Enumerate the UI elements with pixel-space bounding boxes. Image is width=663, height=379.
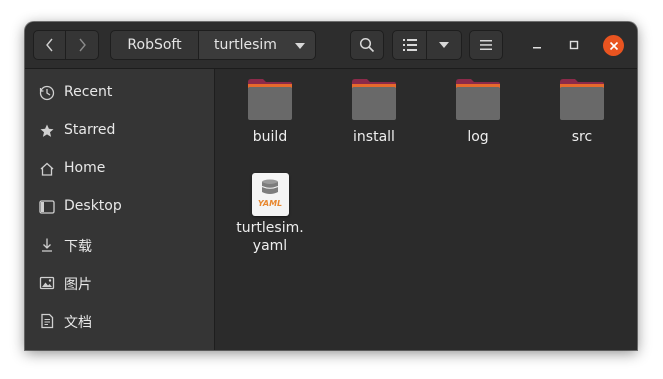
sidebar-item-label: Recent: [64, 84, 113, 100]
maximize-button[interactable]: [564, 35, 584, 55]
sidebar-item-downloads[interactable]: 下载: [25, 226, 214, 264]
home-icon: [40, 162, 54, 176]
file-name-line: turtlesim.: [236, 220, 304, 236]
hamburger-menu-icon: [480, 40, 492, 50]
places-sidebar: Recent Starred Home Desktop 下载 图片 文档: [25, 69, 215, 350]
sidebar-item-documents[interactable]: 文档: [25, 302, 214, 340]
triangle-down-icon: [439, 42, 449, 48]
close-icon: [609, 41, 618, 50]
header-bar: RobSoft turtlesim: [25, 22, 637, 69]
file-name: src: [571, 129, 593, 145]
chevron-left-icon: [45, 38, 53, 52]
download-icon: [42, 238, 52, 252]
view-mode-button[interactable]: [392, 30, 427, 60]
sidebar-item-pictures[interactable]: 图片: [25, 264, 214, 302]
folder-item-log[interactable]: log: [438, 78, 518, 146]
clock-icon: [39, 85, 55, 101]
list-view-icon: [402, 39, 417, 51]
file-name: log: [467, 129, 489, 145]
folder-item-build[interactable]: build: [230, 78, 310, 146]
sidebar-item-label: 图片: [64, 277, 92, 293]
sidebar-item-starred[interactable]: Starred: [25, 112, 214, 150]
yaml-file-icon: YAML: [251, 173, 289, 216]
back-button[interactable]: [33, 30, 66, 60]
sidebar-item-desktop[interactable]: Desktop: [25, 188, 214, 226]
file-name: build: [252, 129, 288, 145]
minimize-button[interactable]: [527, 35, 547, 55]
yaml-badge: YAML: [257, 199, 283, 208]
folder-icon: [248, 79, 292, 120]
folder-item-install[interactable]: install: [334, 78, 414, 146]
folder-icon: [456, 79, 500, 120]
sidebar-item-label: Home: [64, 160, 106, 176]
maximize-icon: [569, 40, 579, 50]
folder-icon: [560, 79, 604, 120]
minimize-icon: [533, 47, 541, 49]
file-manager-window: RobSoft turtlesim Recent Starred Home De…: [25, 22, 637, 350]
triangle-down-icon: [295, 43, 305, 49]
path-segment-label: RobSoft: [127, 37, 182, 53]
sidebar-item-label: 下载: [64, 239, 92, 255]
path-segment-label: turtlesim: [214, 37, 277, 53]
search-icon: [359, 37, 375, 53]
database-icon: [261, 179, 278, 194]
search-button[interactable]: [350, 30, 384, 60]
star-icon: [40, 124, 54, 137]
documents-icon: [41, 313, 54, 329]
file-item-turtlesim-yaml[interactable]: YAML turtlesim. yaml: [230, 173, 310, 255]
sidebar-item-label: Desktop: [64, 198, 122, 214]
chevron-right-icon: [79, 38, 86, 52]
sidebar-item-label: Starred: [64, 122, 116, 138]
desktop-icon: [39, 200, 55, 214]
forward-button[interactable]: [66, 30, 99, 60]
path-button-robsoft[interactable]: RobSoft: [110, 30, 199, 60]
file-name-line: yaml: [252, 238, 288, 254]
sidebar-item-recent[interactable]: Recent: [25, 74, 214, 112]
file-name: install: [353, 129, 395, 145]
view-options-button[interactable]: [427, 30, 462, 60]
main-menu-button[interactable]: [469, 30, 503, 60]
path-button-turtlesim[interactable]: turtlesim: [199, 30, 316, 60]
folder-icon: [352, 79, 396, 120]
folder-item-src[interactable]: src: [542, 78, 622, 146]
file-grid-view: build install log src YAML turtlesim. ya…: [215, 69, 637, 350]
pictures-icon: [39, 276, 55, 290]
close-button[interactable]: [603, 35, 624, 56]
sidebar-item-label: 文档: [64, 315, 92, 331]
file-name: turtlesim. yaml: [230, 219, 310, 255]
sidebar-item-home[interactable]: Home: [25, 150, 214, 188]
